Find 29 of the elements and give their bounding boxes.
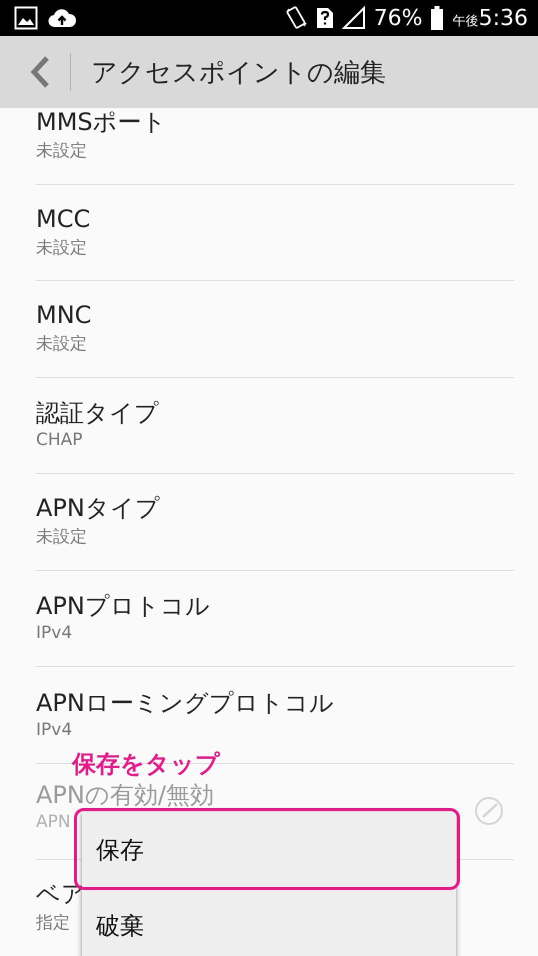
menu-item[interactable]: 破棄 [82, 888, 456, 956]
screen-title: アクセスポイントの編集 [91, 56, 386, 90]
battery-percent: 76% [374, 6, 423, 30]
setting-title: APNの有効/無効 [36, 782, 214, 808]
setting-value: 未設定 [36, 236, 87, 259]
signal-icon [342, 6, 366, 30]
vibrate-phone-icon [284, 5, 308, 31]
picture-icon [14, 6, 38, 30]
sim-card-icon [316, 7, 334, 29]
setting-title: APNタイプ [36, 495, 160, 522]
battery-icon [430, 6, 443, 30]
setting-title: 認証タイプ [36, 400, 159, 426]
setting-value: APN [36, 812, 71, 832]
setting-value: 指定 [36, 912, 70, 934]
annotation-label: 保存をタップ [72, 749, 220, 780]
setting-value: 未設定 [36, 333, 87, 356]
setting-value: IPv4 [36, 623, 72, 644]
cloud-upload-icon [48, 7, 76, 29]
setting-title: MNC [36, 302, 92, 328]
setting-title: MMSポート [36, 109, 167, 136]
setting-title: APNローミングプロトコル [36, 690, 334, 716]
setting-title: MCC [36, 206, 90, 232]
setting-value: IPv4 [36, 720, 72, 740]
setting-value: 未設定 [36, 526, 87, 548]
setting-value: CHAP [36, 430, 83, 450]
clock: 午後5:36 [452, 6, 528, 30]
menu-item[interactable]: 保存 [82, 812, 456, 888]
setting-value: 未設定 [36, 140, 87, 162]
setting-title: APNプロトコル [36, 593, 210, 620]
